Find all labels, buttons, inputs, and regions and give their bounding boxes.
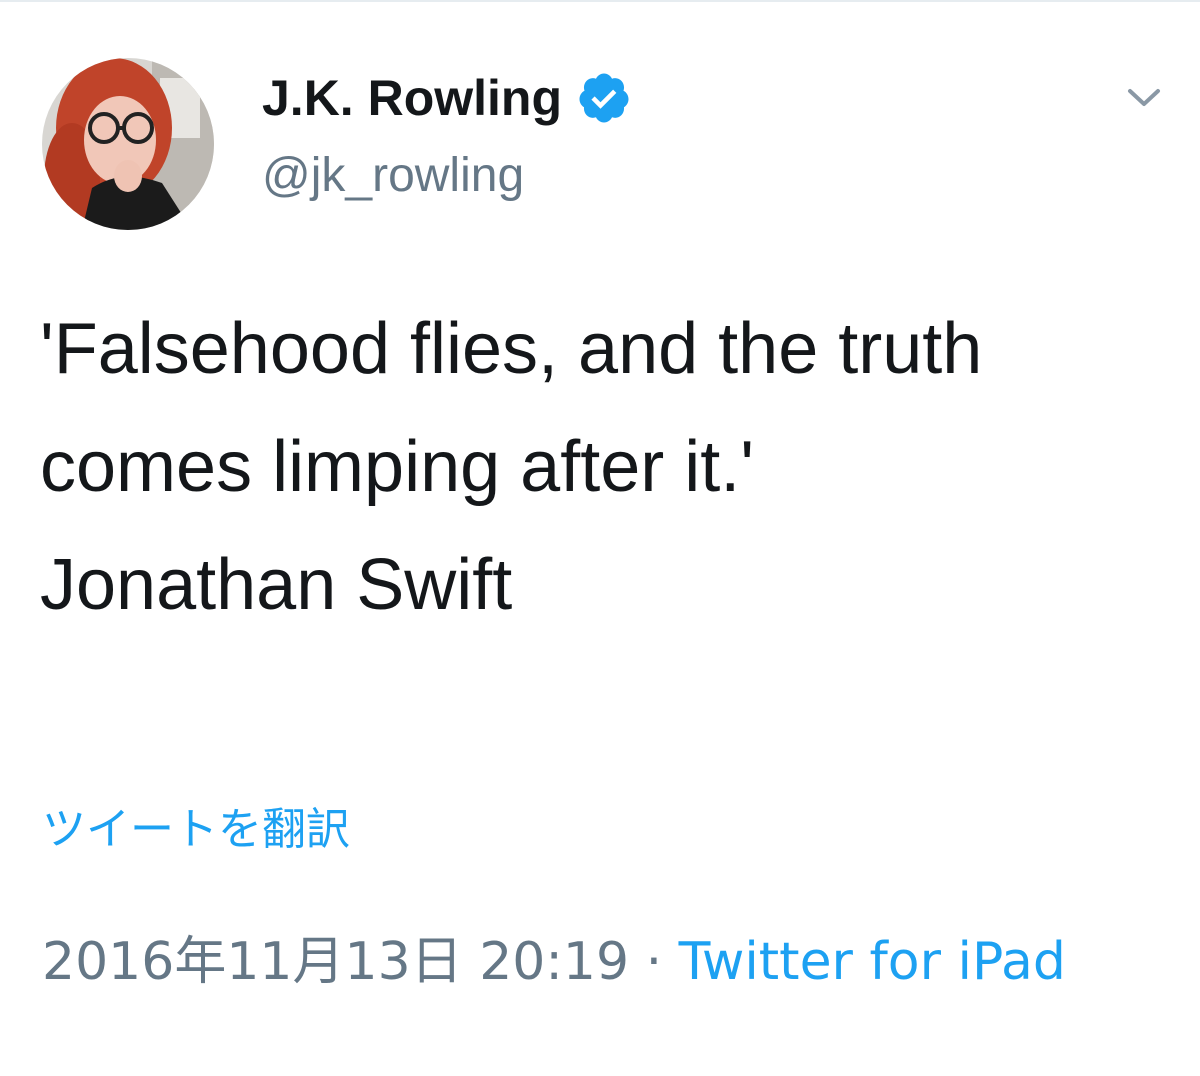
avatar-image bbox=[42, 58, 214, 230]
verified-badge-icon bbox=[579, 73, 629, 123]
author-display-name[interactable]: J.K. Rowling bbox=[262, 73, 562, 123]
author-handle[interactable]: @jk_rowling bbox=[262, 152, 524, 200]
tweet-quote: 'Falsehood flies, and the truth comes li… bbox=[40, 309, 983, 507]
avatar[interactable] bbox=[42, 58, 214, 230]
meta-separator: · bbox=[629, 932, 679, 992]
tweet-source-link[interactable]: Twitter for iPad bbox=[679, 932, 1066, 992]
chevron-down-icon[interactable] bbox=[1124, 82, 1164, 112]
top-divider bbox=[0, 0, 1200, 2]
tweet-attribution: Jonathan Swift bbox=[40, 545, 513, 625]
tweet-meta: 2016年11月13日 20:19 · Twitter for iPad bbox=[42, 920, 1172, 1004]
tweet-text: 'Falsehood flies, and the truth comes li… bbox=[40, 290, 1170, 644]
translate-tweet-link[interactable]: ツイートを翻訳 bbox=[42, 808, 350, 852]
tweet-timestamp[interactable]: 2016年11月13日 20:19 bbox=[42, 932, 629, 992]
author-name-row: J.K. Rowling bbox=[262, 66, 632, 130]
